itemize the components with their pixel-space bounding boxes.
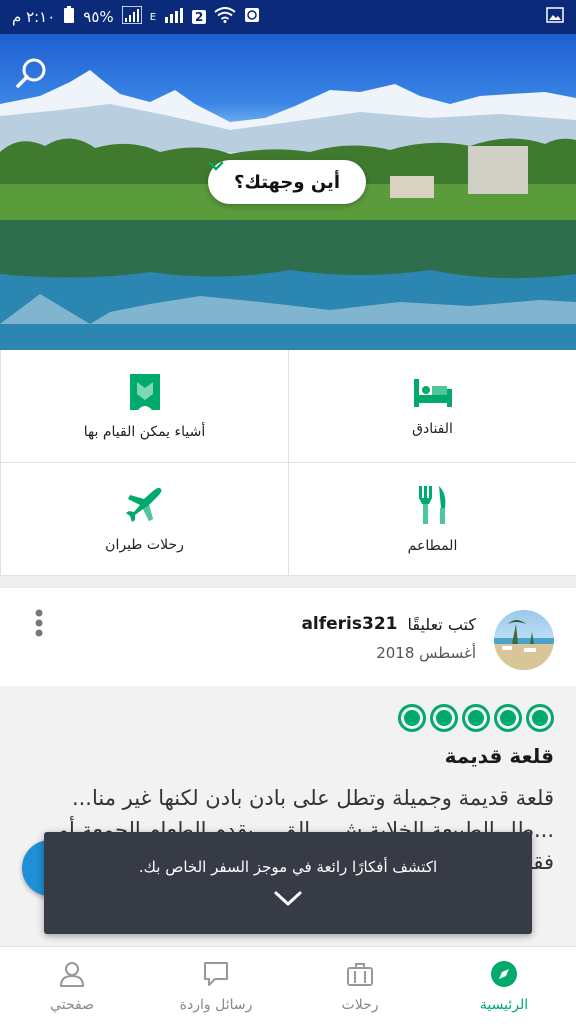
wifi-icon <box>214 7 236 27</box>
review-date: أغسطس 2018 <box>376 644 476 662</box>
section-divider <box>0 576 576 588</box>
category-label: المطاعم <box>407 538 458 554</box>
nav-profile[interactable]: صفحتي <box>0 947 144 1024</box>
rating-bubble <box>398 704 426 732</box>
category-flights[interactable]: رحلات طيران <box>0 463 288 576</box>
recycle-icon <box>244 7 260 27</box>
search-icon <box>16 58 46 88</box>
kebab-menu-icon <box>35 609 43 637</box>
review-title: قلعة قديمة <box>444 744 554 768</box>
chevron-down-icon[interactable] <box>273 890 303 908</box>
category-label: الفنادق <box>412 421 453 437</box>
nav-trips[interactable]: رحلات <box>288 947 432 1024</box>
bubble-rating <box>398 704 554 732</box>
review-author-name[interactable]: alferis321 <box>301 614 397 634</box>
avatar[interactable] <box>494 610 554 670</box>
fork-knife-icon <box>418 486 445 524</box>
nav-label: صفحتي <box>50 996 94 1013</box>
nav-label: رسائل واردة <box>179 996 253 1013</box>
nav-label: رحلات <box>341 996 379 1013</box>
signal-bars-icon <box>164 7 184 27</box>
nav-label: الرئيسية <box>479 996 529 1013</box>
battery-percent: ٩٥% <box>83 8 114 26</box>
category-hotels[interactable]: الفنادق <box>288 350 576 463</box>
more-options-button[interactable] <box>32 608 46 638</box>
hero-banner: أين وجهتك؟ <box>0 34 576 350</box>
toast-message: اكتشف أفكارًا رائعة في موجز السفر الخاص … <box>138 858 438 876</box>
category-things-to-do[interactable]: أشياء يمكن القيام بها <box>0 350 288 463</box>
sim-badge: 2 <box>192 10 207 24</box>
rating-bubble <box>526 704 554 732</box>
rating-bubble <box>494 704 522 732</box>
status-right <box>546 7 564 27</box>
feed-toast[interactable]: اكتشف أفكارًا رائعة في موجز السفر الخاص … <box>44 832 532 934</box>
nav-home[interactable]: الرئيسية <box>432 947 576 1024</box>
plane-icon <box>125 487 161 522</box>
ticket-icon <box>129 374 160 410</box>
avatar-beach-image <box>494 620 554 670</box>
network-type: E <box>149 11 157 23</box>
profile-icon <box>57 959 87 989</box>
chevron-down-icon <box>208 161 224 171</box>
where-to-label: أين وجهتك؟ <box>234 171 340 193</box>
review-card-header[interactable]: كتب تعليقًا alferis321 أغسطس 2018 <box>0 588 576 686</box>
search-button[interactable] <box>14 56 50 92</box>
review-author-line: كتب تعليقًا alferis321 <box>301 614 476 634</box>
status-time: ٢:١٠ م <box>12 8 56 26</box>
category-label: رحلات طيران <box>105 537 184 553</box>
nav-inbox[interactable]: رسائل واردة <box>144 947 288 1024</box>
compass-icon <box>489 959 519 989</box>
gallery-icon <box>546 7 564 27</box>
signal-icon <box>120 5 143 28</box>
review-action: كتب تعليقًا <box>407 614 476 634</box>
battery-icon <box>63 6 75 28</box>
bed-icon <box>413 379 452 407</box>
bottom-navigation: الرئيسية رحلات رسائل واردة صفحتي <box>0 946 576 1024</box>
category-grid: الفنادق أشياء يمكن القيام بها المطاعم رح… <box>0 350 576 576</box>
category-label: أشياء يمكن القيام بها <box>83 424 206 440</box>
status-left: ٢:١٠ م ٩٥% E 2 <box>12 5 260 28</box>
destination-search-pill[interactable]: أين وجهتك؟ <box>208 160 366 204</box>
category-restaurants[interactable]: المطاعم <box>288 463 576 576</box>
suitcase-icon <box>345 959 375 989</box>
rating-bubble <box>430 704 458 732</box>
rating-bubble <box>462 704 490 732</box>
status-bar: ٢:١٠ م ٩٥% E 2 <box>0 0 576 34</box>
chat-icon <box>201 959 231 989</box>
